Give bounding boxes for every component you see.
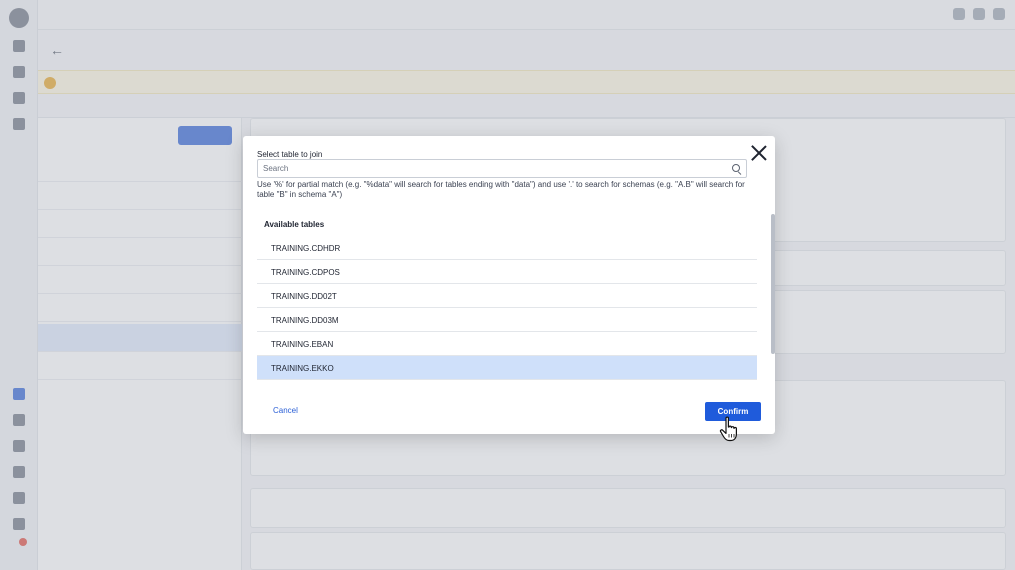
list-item-selected[interactable]: TRAINING.EKKO — [257, 356, 757, 380]
list-item[interactable]: TRAINING.DD03M — [257, 308, 757, 332]
hand-pointer-icon — [719, 416, 737, 442]
list-item[interactable]: TRAINING.DD02T — [257, 284, 757, 308]
cancel-button[interactable]: Cancel — [273, 406, 298, 415]
search-icon[interactable] — [732, 164, 740, 172]
available-tables-title: Available tables — [264, 220, 325, 229]
table-name: TRAINING.EKKO — [271, 364, 334, 373]
list-item[interactable]: TRAINING.CDPOS — [257, 260, 757, 284]
table-name: TRAINING.EBAN — [271, 340, 334, 349]
table-name: TRAINING.DD02T — [271, 292, 337, 301]
available-tables-list: TRAINING.CDHDR TRAINING.CDPOS TRAINING.D… — [257, 236, 757, 380]
scrollbar[interactable] — [771, 214, 775, 354]
search-field — [257, 159, 747, 178]
dialog-label: Select table to join — [257, 150, 323, 159]
list-item[interactable]: TRAINING.EBAN — [257, 332, 757, 356]
table-name: TRAINING.CDPOS — [271, 268, 340, 277]
close-icon[interactable] — [751, 145, 767, 161]
list-item[interactable]: TRAINING.CDHDR — [257, 236, 757, 260]
select-table-dialog: Select table to join Use '%' for partial… — [243, 136, 775, 434]
table-name: TRAINING.DD03M — [271, 316, 339, 325]
search-hint: Use '%' for partial match (e.g. "%data" … — [257, 180, 745, 199]
table-name: TRAINING.CDHDR — [271, 244, 341, 253]
search-input[interactable] — [258, 160, 728, 177]
